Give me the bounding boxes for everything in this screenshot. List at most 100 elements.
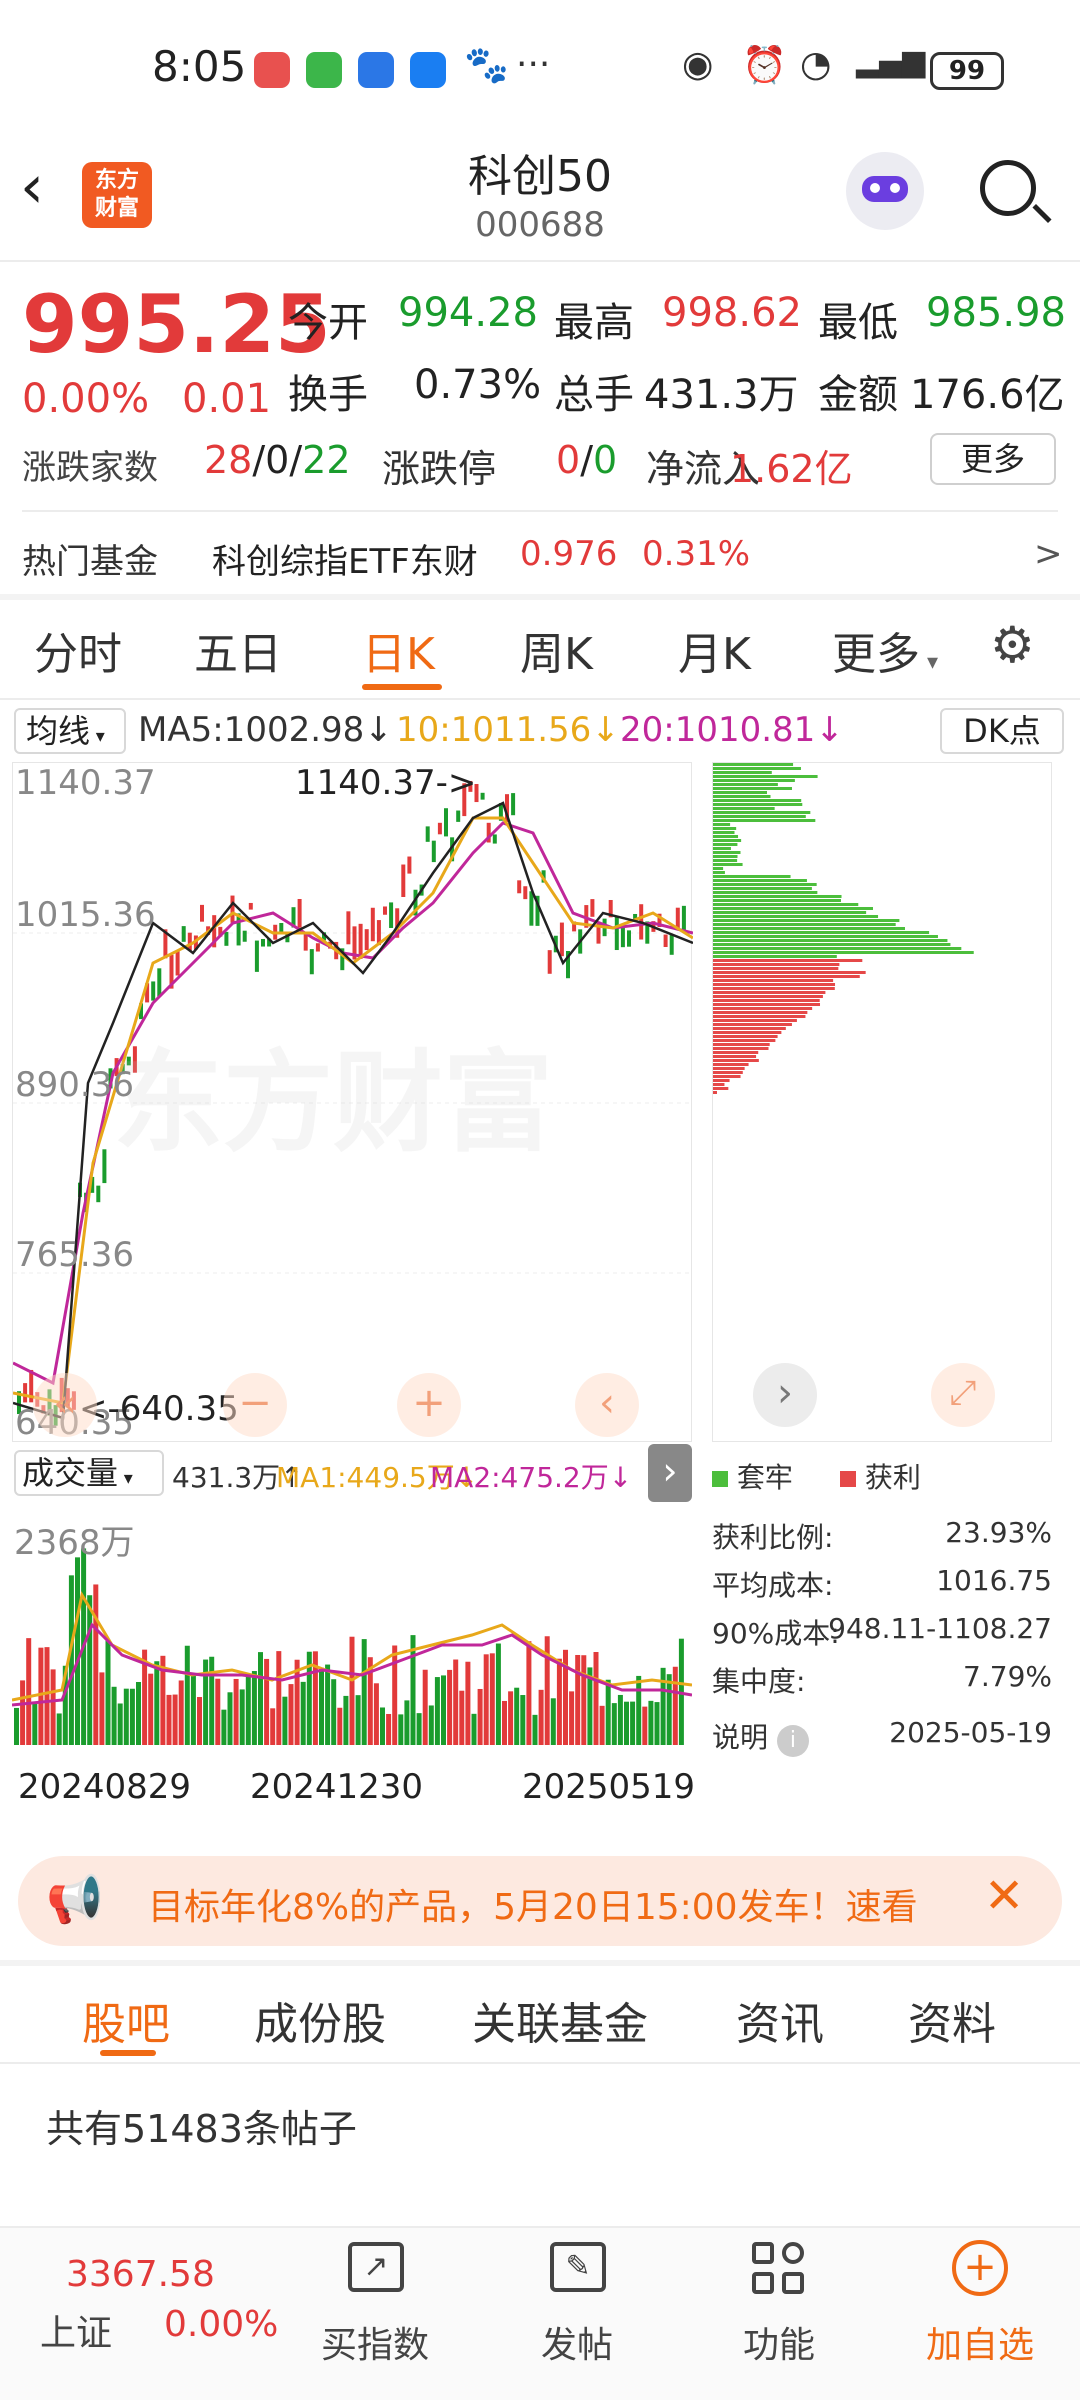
- scroll-back-icon[interactable]: ‹: [575, 1373, 639, 1437]
- candle: [230, 895, 235, 923]
- zoom-in-icon[interactable]: +: [397, 1373, 461, 1437]
- volume-bar: [434, 1677, 440, 1745]
- tab-more[interactable]: 更多 ▾: [832, 618, 938, 682]
- chip-bar: [713, 899, 841, 902]
- chip-bar: [713, 839, 742, 842]
- ma-selector[interactable]: 均线 ▾: [14, 708, 126, 754]
- volume-bar: [264, 1658, 270, 1745]
- collapse-panel-icon[interactable]: ›: [648, 1444, 692, 1502]
- tab-weekly-k[interactable]: 周K: [520, 618, 593, 682]
- chip-bar: [713, 887, 812, 890]
- chip-bar: [713, 799, 802, 802]
- zoom-left-icon[interactable]: «: [33, 1373, 97, 1437]
- volume-max-label: 2368万: [14, 1523, 135, 1563]
- candle: [96, 1185, 101, 1203]
- tab-news[interactable]: 资讯: [736, 1988, 824, 2052]
- chip-bar: [713, 875, 791, 878]
- volume-bar: [514, 1687, 520, 1745]
- candle: [425, 826, 430, 842]
- candle: [364, 929, 369, 951]
- volume-bar: [44, 1647, 50, 1745]
- y-tick-2: 1015.36: [15, 895, 156, 935]
- tab-constituents[interactable]: 成份股: [254, 1988, 386, 2052]
- zoom-out-icon[interactable]: −: [223, 1373, 287, 1437]
- close-icon[interactable]: ✕: [984, 1868, 1024, 1924]
- tab-profile[interactable]: 资料: [908, 1988, 996, 2052]
- candle: [102, 1149, 107, 1184]
- volume-bar: [190, 1675, 196, 1745]
- tab-related-funds[interactable]: 关联基金: [472, 1988, 648, 2052]
- high-label: 最高: [554, 300, 634, 346]
- tab-five-day[interactable]: 五日: [194, 618, 282, 682]
- chip-bar: [713, 895, 842, 898]
- tab-timeshare[interactable]: 分时: [34, 618, 122, 682]
- search-icon[interactable]: [980, 160, 1052, 224]
- volume-chart: 2368万 20240829 20241230 20250519: [12, 1505, 695, 1835]
- promo-banner[interactable]: 📢 目标年化8%的产品，5月20日15:00发车！速看 ✕: [18, 1856, 1062, 1946]
- volume-bar: [581, 1655, 587, 1745]
- buy-index-button[interactable]: ↗ 买指数: [310, 2234, 440, 2384]
- candle: [614, 916, 619, 951]
- hot-fund-price: 0.976: [520, 534, 618, 574]
- kline-chart[interactable]: 东方财富 1140.37 1015.36 890.36 765.36 640.3…: [12, 762, 693, 1443]
- volume-bar: [148, 1673, 154, 1745]
- volume-bar: [380, 1707, 385, 1745]
- chip-bar: [713, 1083, 725, 1086]
- candle: [547, 950, 552, 974]
- candle: [157, 968, 162, 997]
- chip-bar: [713, 911, 867, 914]
- chip-bar: [713, 959, 863, 962]
- more-notifications-icon: ···: [516, 44, 551, 85]
- tab-monthly-k[interactable]: 月K: [678, 618, 751, 682]
- index-pct: 0.00%: [164, 2304, 279, 2345]
- battery-icon: 99: [930, 52, 1004, 90]
- candle: [236, 913, 241, 946]
- settings-gear-icon[interactable]: ⚙: [990, 616, 1035, 674]
- hot-fund-row[interactable]: 热门基金 科创综指ETF东财 0.976 0.31% >: [0, 520, 1080, 590]
- tab-daily-k[interactable]: 日K: [362, 618, 435, 682]
- chip-bar: [713, 919, 900, 922]
- chip-bar: [713, 995, 823, 998]
- dk-point-button[interactable]: DK点: [940, 708, 1064, 754]
- candle: [627, 930, 631, 947]
- scroll-forward-icon[interactable]: ›: [753, 1363, 817, 1427]
- chip-bar: [713, 803, 803, 806]
- volume-bar: [50, 1669, 56, 1745]
- chip-bar: [713, 963, 840, 966]
- chip-bar: [713, 795, 771, 798]
- alarm-icon: ⏰: [742, 45, 787, 86]
- function-label: 功能: [742, 2325, 815, 2366]
- volume-bar: [111, 1686, 117, 1745]
- volume-bar: [26, 1638, 32, 1745]
- volume-selector[interactable]: 成交量 ▾: [14, 1450, 164, 1496]
- candle: [663, 934, 668, 948]
- volume-bar: [556, 1658, 562, 1745]
- volume-bar: [520, 1695, 526, 1745]
- chip-bar: [713, 939, 948, 942]
- volume-bar: [428, 1705, 434, 1745]
- volume-bar: [447, 1669, 453, 1745]
- volume-bar: [508, 1691, 514, 1745]
- more-button[interactable]: 更多: [930, 433, 1056, 485]
- volume-value: 431.3万: [644, 372, 799, 418]
- edit-icon: ✎: [550, 2242, 606, 2292]
- candle: [297, 898, 302, 928]
- chip-bar: [713, 1015, 806, 1018]
- function-button[interactable]: 功能: [714, 2234, 844, 2384]
- volume-bar: [178, 1680, 184, 1745]
- robot-avatar-icon[interactable]: [846, 152, 924, 230]
- post-button[interactable]: ✎ 发帖: [512, 2234, 642, 2384]
- legend-trap: 套牢: [712, 1456, 793, 1496]
- candle: [261, 938, 265, 947]
- candle: [401, 864, 406, 897]
- open-value: 994.28: [398, 290, 538, 336]
- tab-forum[interactable]: 股吧: [82, 1988, 170, 2052]
- chip-bar: [713, 879, 807, 882]
- expand-icon[interactable]: ⤢: [931, 1363, 995, 1427]
- volume-bar: [184, 1645, 190, 1745]
- add-watchlist-button[interactable]: + 加自选: [910, 2234, 1050, 2384]
- chip-bar: [713, 1035, 778, 1038]
- candle: [315, 943, 320, 952]
- chip-date: 2025-05-19: [889, 1716, 1052, 1749]
- candle: [517, 880, 522, 894]
